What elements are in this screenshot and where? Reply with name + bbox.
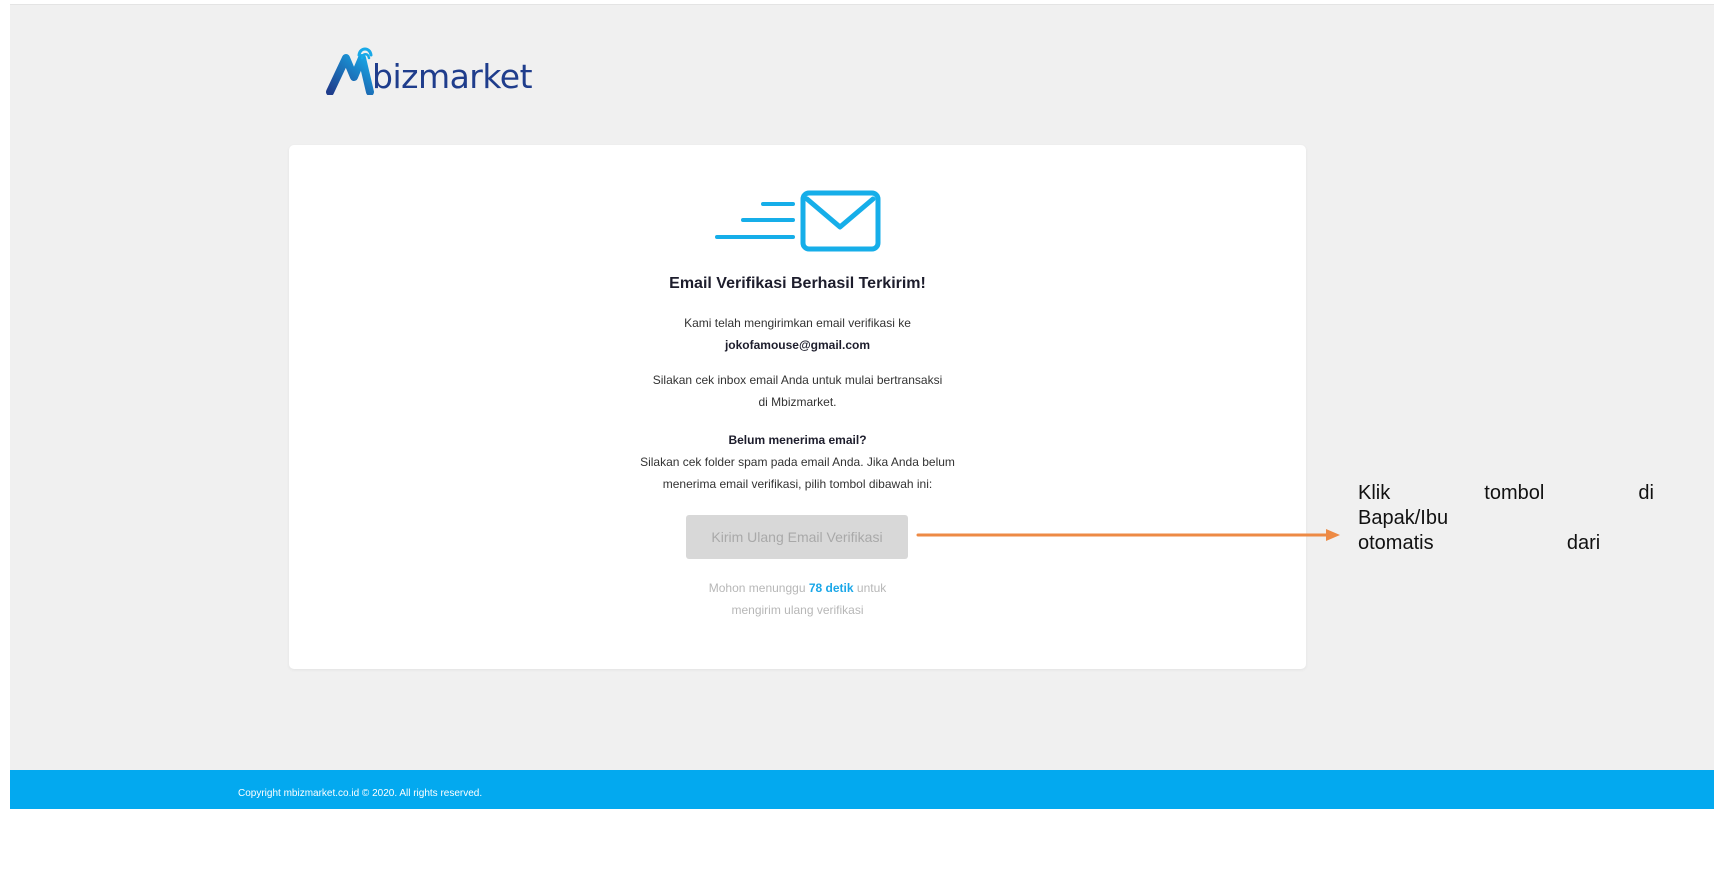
site-footer: Copyright mbizmarket.co.id © 2020. All r… xyxy=(10,770,1714,809)
logo-wordmark: bizmarket xyxy=(372,57,533,96)
sent-text: Kami telah mengirimkan email verifikasi … xyxy=(684,316,911,330)
inbox-message: Silakan cek inbox email Anda untuk mulai… xyxy=(289,369,1306,413)
annotation-note: Klik tombol di s Bapak/Ibu dafta otomati… xyxy=(1358,481,1714,556)
email-sent-icon xyxy=(715,190,881,252)
page-title: Email Verifikasi Berhasil Terkirim! xyxy=(669,275,926,292)
sent-message: Kami telah mengirimkan email verifikasi … xyxy=(289,312,1306,356)
mbizmarket-logo[interactable]: bizmarket xyxy=(326,43,533,96)
inbox-line-1: Silakan cek inbox email Anda untuk mulai… xyxy=(652,373,943,387)
wait-suffix: untuk xyxy=(856,581,887,595)
spam-line-2: menerima email verifikasi, pilih tombol … xyxy=(662,477,933,491)
verification-card: Email Verifikasi Berhasil Terkirim! Kami… xyxy=(289,145,1306,669)
copyright-text: Copyright mbizmarket.co.id © 2020. All r… xyxy=(238,788,483,799)
wait-line-2: mengirim ulang verifikasi xyxy=(731,603,864,617)
annotation-arrow-icon xyxy=(916,529,1340,541)
resend-verification-button[interactable]: Kirim Ulang Email Verifikasi xyxy=(686,515,908,559)
app-screen: bizmarket Email Verifikasi Berhasil Terk… xyxy=(10,4,1714,809)
recipient-email: jokofamouse@gmail.com xyxy=(724,338,871,352)
annotation-line-1: Klik tombol di s xyxy=(1358,482,1714,504)
inbox-line-2: di Mbizmarket. xyxy=(758,395,837,409)
wait-prefix: Mohon menunggu xyxy=(708,581,806,595)
annotation-line-2: Bapak/Ibu dafta xyxy=(1358,507,1714,529)
annotation-line-3: otomatis dari sis xyxy=(1358,532,1714,554)
not-received-message: Belum menerima email? Silakan cek folder… xyxy=(289,429,1306,495)
countdown-message: Mohon menunggu 78 detik untuk mengirim u… xyxy=(289,577,1306,621)
not-received-heading: Belum menerima email? xyxy=(728,433,867,447)
countdown-timer: 78 detik xyxy=(808,581,854,595)
spam-line-1: Silakan cek folder spam pada email Anda.… xyxy=(640,455,955,469)
